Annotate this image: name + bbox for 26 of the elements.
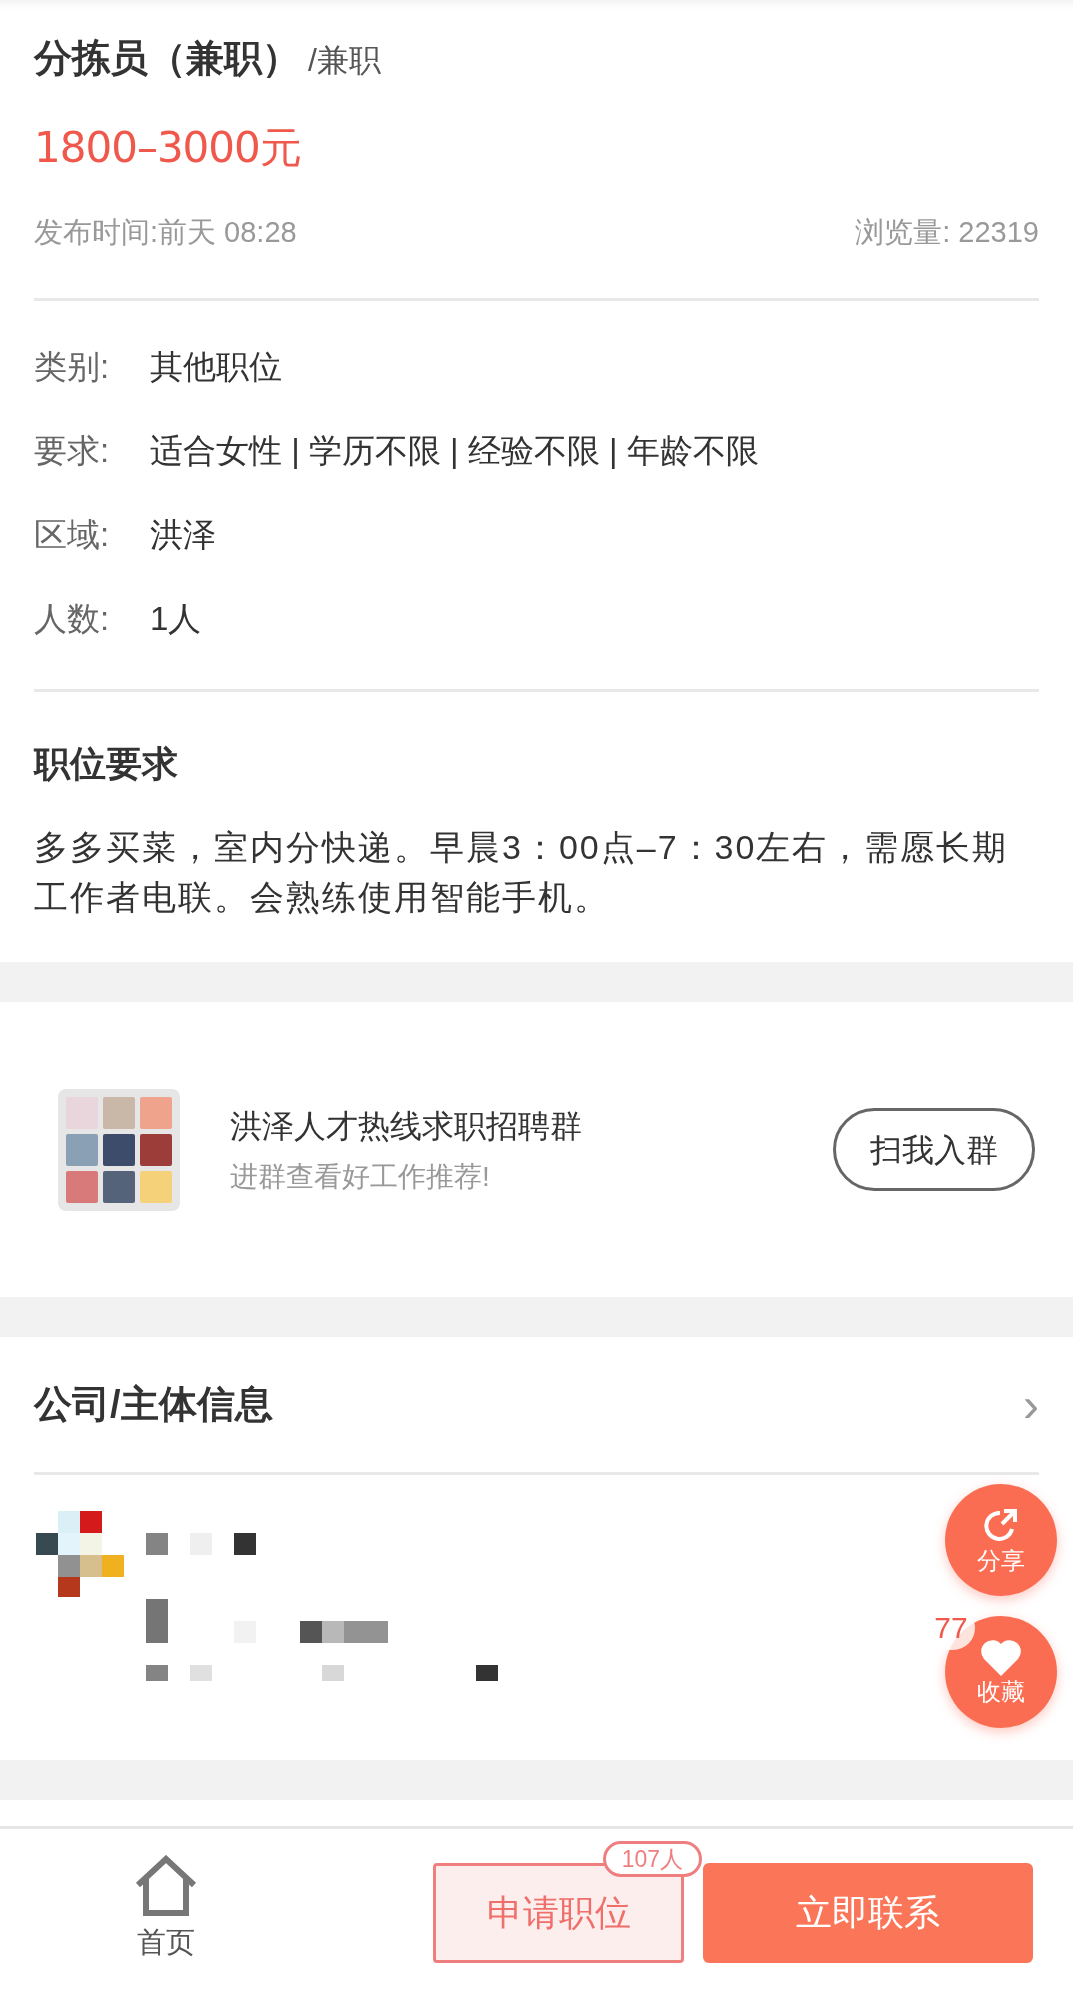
group-name: 洪泽人才热线求职招聘群 [230, 1106, 583, 1146]
detail-label: 要求: [34, 431, 111, 471]
group-subtitle: 进群查看好工作推荐! [230, 1159, 491, 1194]
job-title: 分拣员（兼职） [34, 36, 300, 81]
detail-label: 人数: [34, 599, 111, 639]
job-description: 多多买菜，室内分快递。早晨3：00点–7：30左右，需愿长期工作者电联。会熟练使用智能手机。 [34, 827, 1010, 918]
section-heading: 职位要求 [34, 742, 179, 786]
job-type: /兼职 [308, 41, 381, 80]
view-count: 浏览量: 22319 [855, 215, 1039, 250]
chevron-icon[interactable]: › [1023, 1380, 1039, 1429]
detail-value: 1人 [150, 599, 202, 639]
home-tab[interactable]: 首页 [66, 1855, 266, 1959]
home-icon [134, 1855, 198, 1917]
salary: 1800–3000元 [34, 122, 302, 174]
applicant-count-badge: 107人 [602, 1841, 702, 1877]
detail-label: 区域: [34, 515, 111, 555]
section-heading: 公司/主体信息 [34, 1382, 273, 1427]
detail-label: 类别: [34, 347, 111, 387]
contact-button[interactable]: 立即联系 [703, 1863, 1033, 1963]
share-button[interactable]: 分享 [945, 1484, 1057, 1596]
join-group-button[interactable]: 扫我入群 [833, 1108, 1035, 1191]
detail-value: 其他职位 [150, 347, 282, 387]
heart-icon [979, 1638, 1023, 1678]
detail-value: 适合女性 | 学历不限 | 经验不限 | 年龄不限 [150, 431, 759, 471]
publish-time: 发布时间:前天 08:28 [34, 215, 297, 250]
detail-value: 洪泽 [150, 515, 216, 555]
